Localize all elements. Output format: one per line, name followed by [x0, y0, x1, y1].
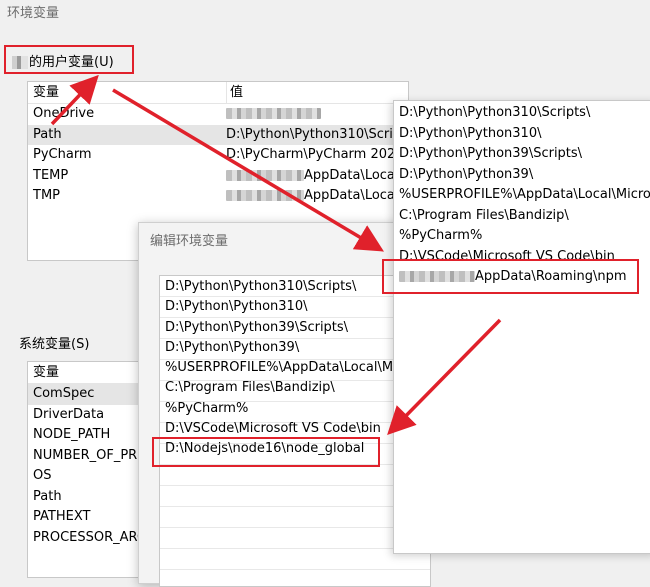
- arrow-to-node-global: [387, 318, 502, 435]
- annotation-arrows: [50, 74, 502, 435]
- arrow-to-user-vars-label: [50, 74, 99, 126]
- arrow-to-npm-entry: [112, 88, 385, 252]
